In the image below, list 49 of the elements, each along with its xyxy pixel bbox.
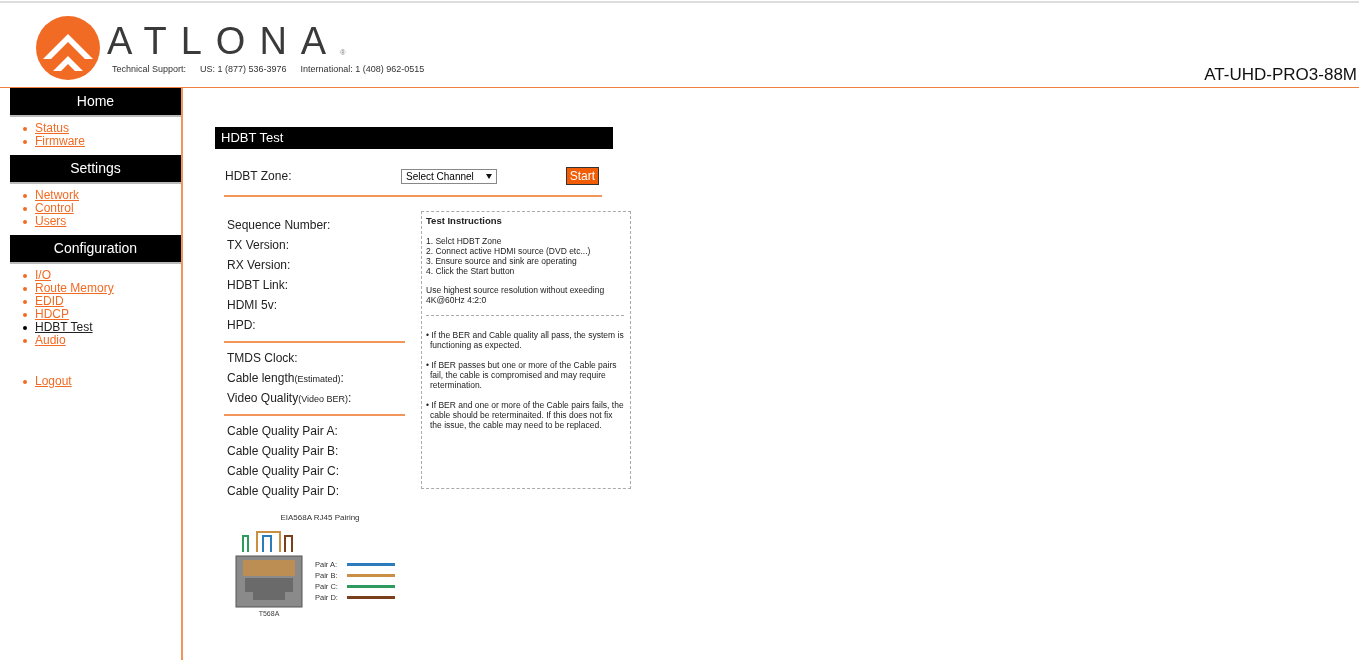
nav-link[interactable]: I/O [35,268,51,282]
nav-link[interactable]: Network [35,188,79,202]
section-header: Settings [10,155,181,184]
support-phone: International: 1 (408) 962-0515 [300,64,425,74]
nav-link[interactable]: EDID [35,294,64,308]
start-button[interactable]: Start [565,167,599,185]
instruction-bullet: • If BER passes but one or more of the Cable pairs fail, the cable is compromised and may require retermination. [426,360,618,390]
field-label: Sequence Number: [226,217,332,234]
instruction-step: 1. Selct HDBT Zone [426,236,626,246]
nav-link[interactable]: Audio [35,333,66,347]
instruction-bullet: • If BER and one or more of the Cable pairs fails, the cable should be reterminaited. If this does not fix the issue, the cable may need to be replaced. [426,400,625,430]
field-label: Cable Quality Pair A: [226,423,339,440]
nav-link[interactable]: Users [35,214,67,228]
field-label: HPD: [226,317,257,334]
field-label: Cable length(Estimated): [226,370,345,387]
field-label: TX Version: [226,237,291,254]
logo-icon [35,15,101,81]
section-header: Configuration [10,235,181,264]
instruction-step: 2. Connect active HDMI source (DVD etc...) [426,246,626,256]
channel-select[interactable]: Select Channel [401,168,497,184]
nav-link[interactable]: Route Memory [35,281,114,295]
field-label: Cable Quality Pair C: [226,463,341,480]
instruction-note: Use highest source resolution without exeeding 4K@60Hz 4:2:0 [426,285,606,305]
instruction-step: 4. Click the Start button [426,266,626,276]
logout-link[interactable]: Logout [35,374,72,388]
model-name: AT-UHD-PRO3-88M [1204,65,1357,85]
support-label: Technical Support: [112,64,187,74]
zone-label: HDBT Zone: [225,169,293,183]
instructions-title: Test Instructions [426,215,503,226]
field-label: Cable Quality Pair B: [226,443,340,460]
field-label: TMDS Clock: [226,350,299,367]
panel-title: HDBT Test [215,127,613,149]
field-label: HDBT Link: [226,277,290,294]
nav-link[interactable]: Control [35,201,74,215]
field-label: RX Version: [226,257,292,274]
section-header: Home [10,88,181,117]
diagram-title: EIA568A RJ45 Pairing [279,513,361,522]
instruction-step: 3. Ensure source and sink are operating [426,256,626,266]
nav-link[interactable]: Status [35,121,70,135]
instruction-bullet: • If the BER and Cable quality all pass, the system is functioning as expected. [426,330,625,350]
nav-link[interactable]: Firmware [35,134,85,148]
nav-link[interactable]: HDCP [35,307,69,321]
dropdown-caret-icon [486,173,492,179]
nav-link[interactable]: HDBT Test [35,320,93,334]
support-phone: US: 1 (877) 536-3976 [200,64,287,74]
field-label: HDMI 5v: [226,297,278,314]
logo-wordmark: ATLONA [107,22,341,60]
field-label: Cable Quality Pair D: [226,483,341,500]
field-label: Video Quality(Video BER): [226,390,353,407]
